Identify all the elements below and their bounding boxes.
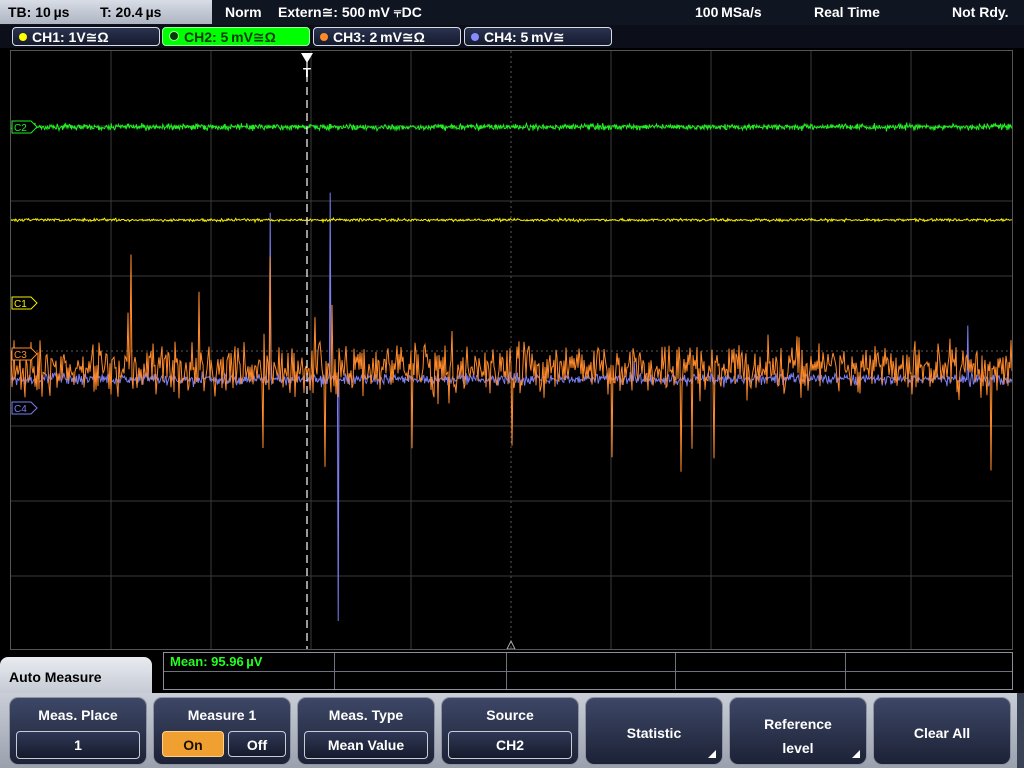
svg-text:C4: C4 (14, 404, 27, 415)
source-value: CH2 (448, 731, 572, 759)
meas-place-title: Meas. Place (38, 707, 118, 723)
strip-divider (675, 653, 676, 689)
strip-divider (845, 653, 846, 689)
meas-place-softkey[interactable]: Meas. Place 1 (9, 697, 147, 765)
svg-text:C2: C2 (14, 123, 27, 134)
waveform-display[interactable]: T C2 C1 C3 C4 (10, 50, 1013, 650)
trigger-marker-label: T (303, 65, 311, 80)
timebase-label: TB: 10 µs (8, 4, 70, 20)
ch2-waveform (11, 121, 1012, 133)
reference-level-line1: Reference (764, 716, 832, 732)
strip-divider (164, 671, 1012, 672)
channel-tab-ch4[interactable]: CH4: 5 mV≅ (464, 27, 612, 46)
channel-tab-ch1[interactable]: CH1: 1V≅Ω (12, 27, 160, 46)
channel-tab-ch2[interactable]: CH2: 5 mV≅Ω (162, 27, 310, 46)
time-mode: Real Time (814, 4, 880, 20)
ch2-color-dot (169, 31, 179, 41)
menu-title: Auto Measure (0, 657, 152, 695)
source-title: Source (486, 707, 534, 723)
status-bar: TB: 10 µs T: 20.4 µs Norm Extern≅: 500 m… (0, 0, 1024, 25)
reference-level-softkey[interactable]: Reference level (729, 697, 867, 765)
source-softkey[interactable]: Source CH2 (441, 697, 579, 765)
sample-rate: 100 MSa/s (695, 4, 762, 20)
ch1-label: CH1: 1V≅Ω (32, 29, 109, 45)
reference-level-line2: level (782, 740, 814, 756)
svg-text:C3: C3 (14, 350, 27, 361)
statistic-title: Statistic (626, 725, 682, 741)
ch4-color-dot (471, 33, 479, 41)
ch1-color-dot (19, 33, 27, 41)
meas-type-title: Meas. Type (328, 707, 404, 723)
submenu-arrow-icon (708, 750, 716, 758)
channel-tab-ch3[interactable]: CH3: 2 mV≅Ω (313, 27, 461, 46)
submenu-arrow-icon (852, 750, 860, 758)
ch4-offset-marker[interactable]: C4 (11, 401, 38, 415)
strip-divider (334, 653, 335, 689)
trigger-time-label: T: 20.4 µs (100, 4, 162, 20)
meas-place-value: 1 (16, 731, 140, 759)
statistic-softkey[interactable]: Statistic (585, 697, 723, 765)
measure1-off-button[interactable]: Off (228, 731, 286, 757)
ch3-color-dot (320, 33, 328, 41)
side-panel-edge (1017, 693, 1024, 768)
clear-all-softkey[interactable]: Clear All (873, 697, 1011, 765)
measurement-strip: Mean: 95.96 µV (163, 652, 1013, 690)
measurement-readout: Mean: 95.96 µV (170, 654, 263, 669)
ch2-offset-marker[interactable]: C2 (11, 120, 38, 134)
meas-type-softkey[interactable]: Meas. Type Mean Value (297, 697, 435, 765)
trigger-status: Not Rdy. (952, 4, 1009, 20)
channel-bar: CH1: 1V≅Ω CH2: 5 mV≅Ω CH3: 2 mV≅Ω CH4: 5… (0, 25, 1024, 48)
trigger-source[interactable]: Extern≅: 500 mV ⫧DC (278, 0, 422, 24)
strip-divider (506, 653, 507, 689)
clear-all-title: Clear All (913, 725, 971, 741)
ch2-label: CH2: 5 mV≅Ω (184, 29, 276, 45)
measure1-title: Measure 1 (187, 707, 257, 723)
measure1-on-button[interactable]: On (162, 731, 224, 757)
ch1-offset-marker[interactable]: C1 (11, 296, 38, 310)
timebase-box[interactable]: TB: 10 µs T: 20.4 µs (0, 0, 212, 24)
ch4-label: CH4: 5 mV≅ (484, 29, 565, 45)
ch3-label: CH3: 2 mV≅Ω (333, 29, 425, 45)
meas-type-value: Mean Value (304, 731, 428, 759)
ch3-offset-marker[interactable]: C3 (11, 347, 38, 361)
measure1-softkey[interactable]: Measure 1 On Off (153, 697, 291, 765)
svg-text:C1: C1 (14, 299, 27, 310)
softkey-bar: Meas. Place 1 Measure 1 On Off Meas. Typ… (0, 693, 1024, 768)
acquisition-mode[interactable]: Norm (225, 0, 262, 24)
